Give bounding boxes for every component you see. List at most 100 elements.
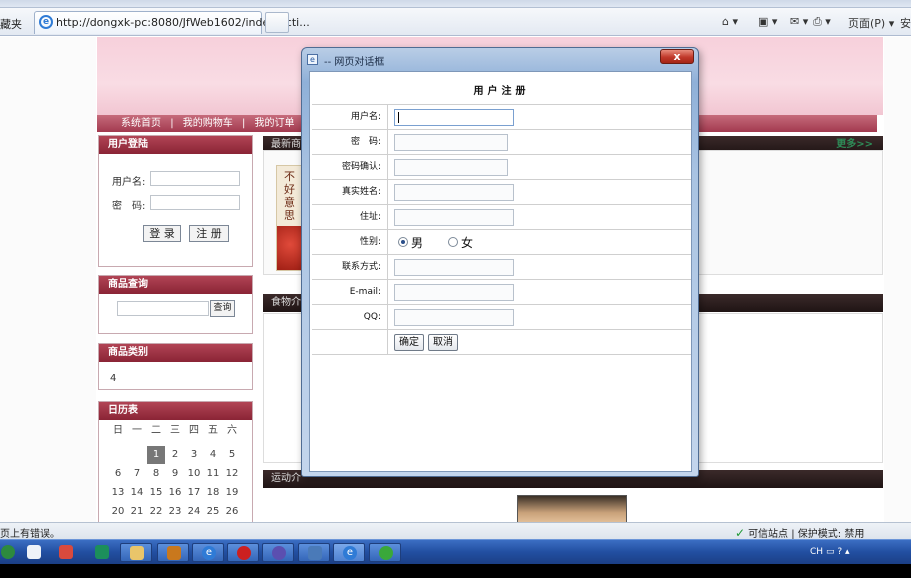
email-input[interactable] [394,284,514,301]
book-cover-art [277,226,301,270]
login-password-input[interactable] [150,195,240,210]
product-photo[interactable] [517,495,627,522]
nav-separator: | [241,118,246,129]
language-indicator[interactable]: CH [810,547,823,557]
cancel-button[interactable]: 取消 [428,334,458,351]
cal-day[interactable]: 15 [147,484,165,502]
form-row-confirm: 密码确认: [312,155,691,180]
cal-day[interactable]: 14 [128,484,146,502]
cal-day[interactable]: 24 [185,503,203,521]
gender-male-radio[interactable] [398,237,408,247]
feeds-icon[interactable]: ▣ ▾ [758,15,777,28]
tray-expand-icon[interactable]: ▴ [845,547,850,557]
taskbar-item[interactable] [262,543,294,562]
cal-day[interactable]: 12 [223,465,241,483]
page-menu[interactable]: 页面(P) ▾ [848,15,894,31]
cal-day[interactable]: 19 [223,484,241,502]
gender-male-label[interactable]: 男 [411,234,423,251]
taskbar-item[interactable]: e [192,543,224,562]
status-error-text[interactable]: 页上有错误。 [0,525,60,540]
nav-home[interactable]: 系统首页 [121,118,161,129]
login-button[interactable]: 登 录 [143,225,181,242]
status-zone[interactable]: ✓ 可信站点 | 保护模式: 禁用 [735,525,864,540]
screen-bottom-edge [0,564,911,578]
gender-female-radio[interactable] [448,237,458,247]
register-button[interactable]: 注 册 [189,225,229,242]
page-left-margin [0,37,96,522]
new-tab-button[interactable] [265,12,289,33]
realname-label: 真实姓名: [312,180,388,204]
taskbar-item[interactable] [298,543,330,562]
start-orb-icon [1,545,15,559]
taskbar-item[interactable] [86,543,118,562]
taskbar-item[interactable] [18,543,50,562]
realname-input[interactable] [394,184,514,201]
cal-day[interactable]: 26 [223,503,241,521]
qq-input[interactable] [394,309,514,326]
cal-day[interactable]: 20 [109,503,127,521]
cal-day[interactable]: 9 [166,465,184,483]
categories-panel: 商品类别 4 [98,343,253,390]
cal-day[interactable]: 3 [185,446,203,464]
taskbar-item[interactable] [50,543,82,562]
cal-day[interactable]: 10 [185,465,203,483]
browser-tab-active[interactable]: e http://dongxk-pc:8080/JfWeb1602/index.… [34,11,310,34]
product-image[interactable]: 不好意思 [276,165,302,271]
help-icon[interactable]: ? [837,547,842,557]
favorites-bar: 藏夹 e http://dongxk-pc:8080/JfWeb1602/ind… [0,8,911,36]
confirm-password-input[interactable] [394,159,508,176]
cal-day-today[interactable]: 1 [147,446,165,464]
cal-day[interactable]: 7 [128,465,146,483]
cal-day[interactable]: 22 [147,503,165,521]
gender-female-label[interactable]: 女 [461,234,473,251]
favorites-label[interactable]: 藏夹 [0,16,22,32]
print-icon[interactable]: ⎙ ▾ [813,15,831,29]
taskbar-item[interactable] [157,543,189,562]
register-dialog: e -- 网页对话框 x 用户注册 用户名: 密 码: 密码确认: 真实姓名: … [301,47,699,477]
search-button[interactable]: 查询 [210,300,235,317]
password-input[interactable] [394,134,508,151]
browser-address-strip [0,0,911,8]
category-item[interactable]: 4 [110,373,116,384]
cal-day[interactable]: 16 [166,484,184,502]
cal-weekday: 三 [170,425,180,436]
cal-day[interactable]: 25 [204,503,222,521]
taskbar-item[interactable] [120,543,152,562]
sports-section-title: 运动介 [271,473,301,484]
cal-day[interactable]: 17 [185,484,203,502]
taskbar-item-active[interactable]: e [333,543,365,562]
mail-icon[interactable]: ✉ ▾ [790,15,808,28]
search-panel: 商品查询 查询 [98,275,253,334]
qq-label: QQ: [312,305,388,329]
phone-input[interactable] [394,259,514,276]
login-panel: 用户登陆 用户名: 密 码: 登 录 注 册 [98,135,253,267]
cal-day[interactable]: 6 [109,465,127,483]
home-icon[interactable]: ⌂ ▾ [722,15,738,28]
dialog-close-button[interactable]: x [660,49,694,64]
system-tray: CH ▭ ? ▴ [810,543,911,562]
cal-day[interactable]: 23 [166,503,184,521]
cal-day[interactable]: 11 [204,465,222,483]
cal-day[interactable]: 21 [128,503,146,521]
app-icon [167,546,181,560]
book-cover-text: 不好意思 [284,170,295,222]
cal-day[interactable]: 13 [109,484,127,502]
cal-day[interactable]: 5 [223,446,241,464]
cal-day[interactable]: 8 [147,465,165,483]
cal-weekday: 二 [151,425,161,436]
nav-orders[interactable]: 我的订单 [255,118,295,129]
safety-menu[interactable]: 安 [900,15,911,31]
username-input[interactable] [394,109,514,126]
cal-day[interactable]: 4 [204,446,222,464]
taskbar-item[interactable] [369,543,401,562]
cal-day[interactable]: 2 [166,446,184,464]
keyboard-icon[interactable]: ▭ [826,547,835,557]
search-input[interactable] [117,301,209,316]
ok-button[interactable]: 确定 [394,334,424,351]
cal-day[interactable]: 18 [204,484,222,502]
login-username-input[interactable] [150,171,240,186]
actions-label-cell [312,330,388,354]
nav-cart[interactable]: 我的购物车 [183,118,233,129]
address-input[interactable] [394,209,514,226]
taskbar-item[interactable] [227,543,259,562]
